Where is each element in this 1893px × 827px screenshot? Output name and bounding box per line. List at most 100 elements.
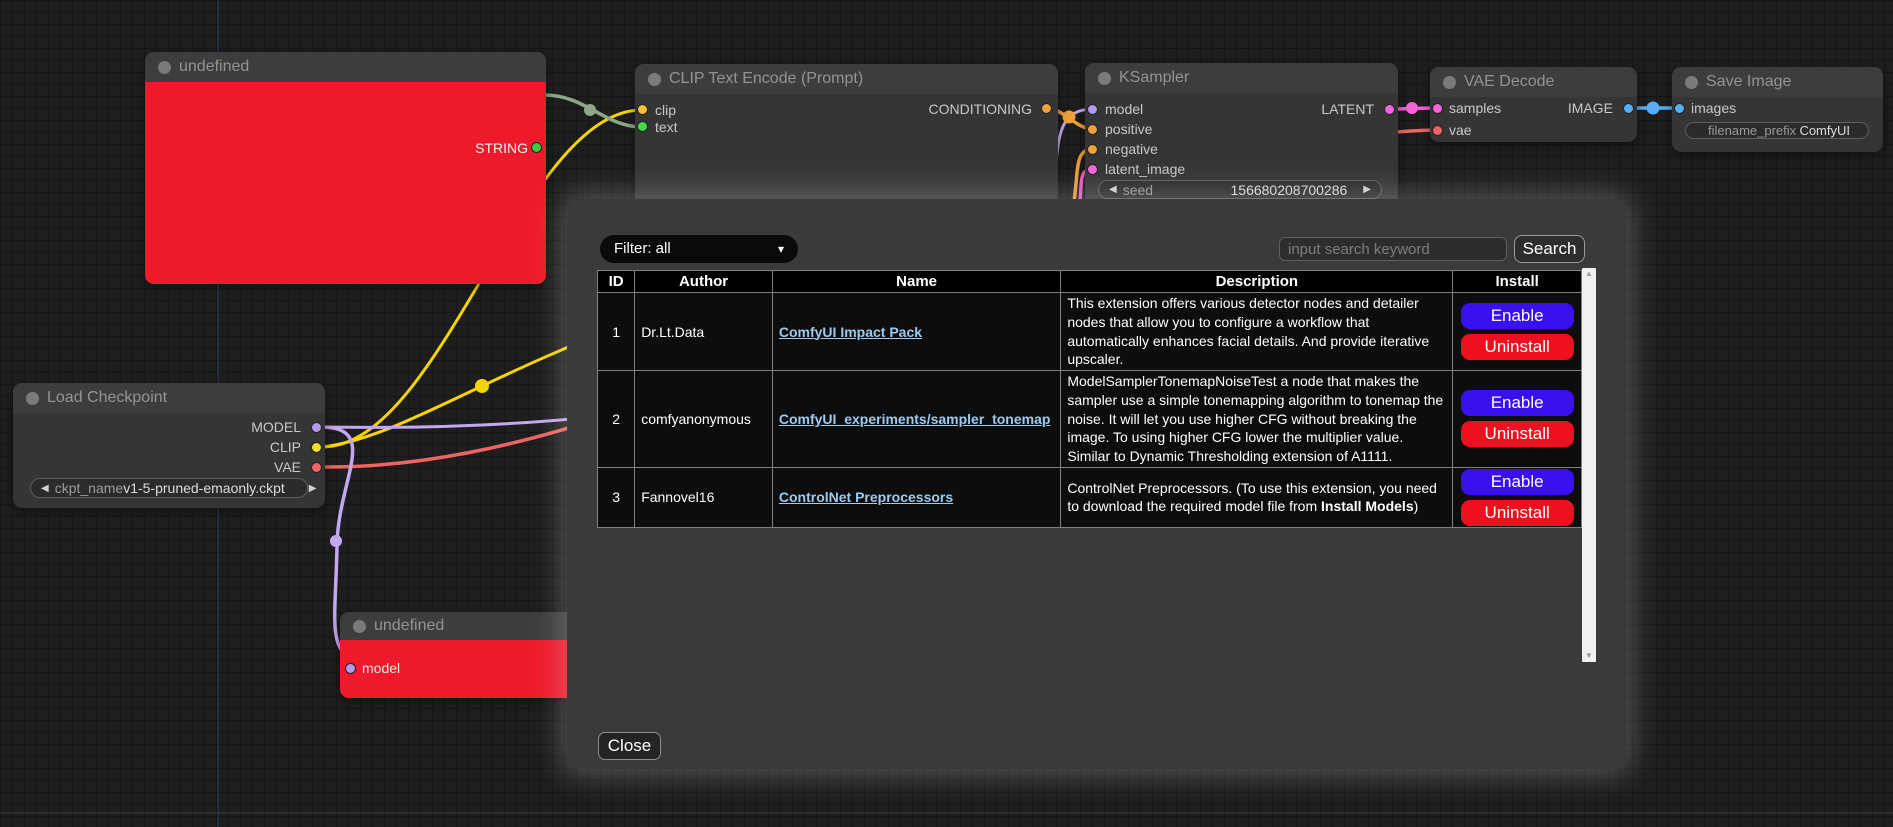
node-collapse-dot[interactable] [26,392,39,405]
output-port-conditioning[interactable] [1041,103,1052,114]
input-port-vae[interactable] [1432,125,1443,136]
filename-prefix-label: filename_prefix [1708,123,1796,138]
header-name: Name [772,271,1060,293]
node-title-bar[interactable]: VAE Decode [1430,67,1637,97]
ckpt-name-label: ckpt_name [55,480,123,496]
node-ksampler[interactable]: KSampler model positive negative latent_… [1085,63,1398,213]
filename-prefix-widget[interactable]: filename_prefix ComfyUI [1685,122,1869,139]
output-port-string[interactable] [531,142,542,153]
output-port-clip[interactable] [311,442,322,453]
search-input[interactable] [1279,237,1507,261]
enable-button[interactable]: Enable [1461,469,1574,495]
input-port-samples[interactable] [1432,103,1443,114]
cell-author: Fannovel16 [635,467,773,527]
input-slot-model: model [1105,101,1143,117]
node-collapse-dot[interactable] [353,620,366,633]
input-slot-clip: clip [655,102,676,118]
cell-description: This extension offers various detector n… [1061,293,1453,371]
header-description: Description [1061,271,1453,293]
ckpt-next-arrow[interactable]: ▶ [309,483,317,494]
ckpt-name-widget[interactable]: ◀ ckpt_name v1-5-pruned-emaonly.ckpt ▶ [30,478,308,498]
extensions-table: ID Author Name Description Install 1 Dr.… [597,270,1582,528]
search-button[interactable]: Search [1514,235,1585,263]
output-slot-model: MODEL [251,419,301,435]
input-port-clip[interactable] [637,104,648,115]
seed-increment-arrow[interactable]: ▶ [1363,184,1371,195]
input-port-images[interactable] [1674,103,1685,114]
table-row: 3 Fannovel16 ControlNet Preprocessors Co… [598,467,1582,527]
enable-button[interactable]: Enable [1461,390,1574,416]
ckpt-name-value: v1-5-pruned-emaonly.ckpt [123,480,285,496]
output-port-latent[interactable] [1384,104,1395,115]
close-button[interactable]: Close [598,732,661,760]
node-collapse-dot[interactable] [648,73,661,86]
output-slot-string: STRING [145,140,528,156]
node-title-bar[interactable]: KSampler [1085,63,1398,93]
cell-description: ModelSamplerTonemapNoiseTest a node that… [1061,371,1453,468]
header-id: ID [598,271,635,293]
input-slot-vae: vae [1449,122,1472,138]
node-title-bar[interactable]: undefined [145,52,546,82]
seed-widget[interactable]: ◀ seed 156680208700286 ▶ [1098,180,1382,199]
scroll-up-icon[interactable]: ▲ [1585,268,1593,280]
seed-widget-value: 156680208700286 [1231,182,1348,198]
cell-id: 3 [598,467,635,527]
chevron-down-icon: ▾ [778,235,784,263]
uninstall-button[interactable]: Uninstall [1461,334,1574,360]
node-collapse-dot[interactable] [1443,76,1456,89]
filter-dropdown[interactable]: Filter: all ▾ [600,235,798,263]
input-slot-positive: positive [1105,121,1152,137]
seed-decrement-arrow[interactable]: ◀ [1109,184,1117,195]
header-author: Author [635,271,773,293]
table-row: 1 Dr.Lt.Data ComfyUI Impact Pack This ex… [598,293,1582,371]
extensions-table-wrap: ID Author Name Description Install 1 Dr.… [597,270,1582,528]
node-undefined-top[interactable]: undefined STRING [145,52,546,284]
filter-selected-value: Filter: all [614,235,671,263]
output-port-image[interactable] [1623,103,1634,114]
node-title-bar[interactable]: Save Image [1672,67,1883,97]
input-port-model[interactable] [1087,104,1098,115]
enable-button[interactable]: Enable [1461,303,1574,329]
table-scrollbar[interactable]: ▲ ▼ [1582,268,1596,662]
uninstall-button[interactable]: Uninstall [1461,500,1574,526]
input-port-positive[interactable] [1087,124,1098,135]
output-port-model[interactable] [311,422,322,433]
cell-description: ControlNet Preprocessors. (To use this e… [1061,467,1453,527]
extension-link[interactable]: ComfyUI_experiments/sampler_tonemap [779,411,1051,427]
output-slot-vae: VAE [274,459,301,475]
scroll-down-icon[interactable]: ▼ [1585,650,1593,662]
node-title-bar[interactable]: CLIP Text Encode (Prompt) [635,64,1058,94]
input-slot-latent-image: latent_image [1105,161,1185,177]
filename-prefix-value: ComfyUI [1799,123,1850,138]
node-title: undefined [179,58,249,75]
node-title: CLIP Text Encode (Prompt) [669,70,863,87]
cell-id: 2 [598,371,635,468]
node-title: Load Checkpoint [47,389,167,406]
extension-link[interactable]: ComfyUI Impact Pack [779,324,922,340]
canvas-horizontal-guide [0,812,1893,814]
input-port-latent-image[interactable] [1087,164,1098,175]
node-collapse-dot[interactable] [1685,76,1698,89]
input-port-negative[interactable] [1087,144,1098,155]
output-slot-latent: LATENT [1321,101,1374,117]
table-row: 2 comfyanonymous ComfyUI_experiments/sam… [598,371,1582,468]
node-title-bar[interactable]: Load Checkpoint [13,383,325,413]
uninstall-button[interactable]: Uninstall [1461,421,1574,447]
node-title: KSampler [1119,69,1189,86]
extension-link[interactable]: ControlNet Preprocessors [779,489,953,505]
output-slot-conditioning: CONDITIONING [929,101,1032,117]
output-port-vae[interactable] [311,462,322,473]
node-collapse-dot[interactable] [1098,72,1111,85]
input-slot-samples: samples [1449,100,1501,116]
input-port-model[interactable] [345,663,356,674]
node-vae-decode[interactable]: VAE Decode samples vae IMAGE [1430,67,1637,142]
table-header-row: ID Author Name Description Install [598,271,1582,293]
node-load-checkpoint[interactable]: Load Checkpoint MODEL CLIP VAE ◀ ckpt_na… [13,383,325,508]
ckpt-prev-arrow[interactable]: ◀ [41,483,49,494]
input-slot-text: text [655,119,678,135]
header-install: Install [1453,271,1582,293]
node-collapse-dot[interactable] [158,61,171,74]
cell-id: 1 [598,293,635,371]
node-save-image[interactable]: Save Image images filename_prefix ComfyU… [1672,67,1883,152]
input-port-text[interactable] [637,121,648,132]
